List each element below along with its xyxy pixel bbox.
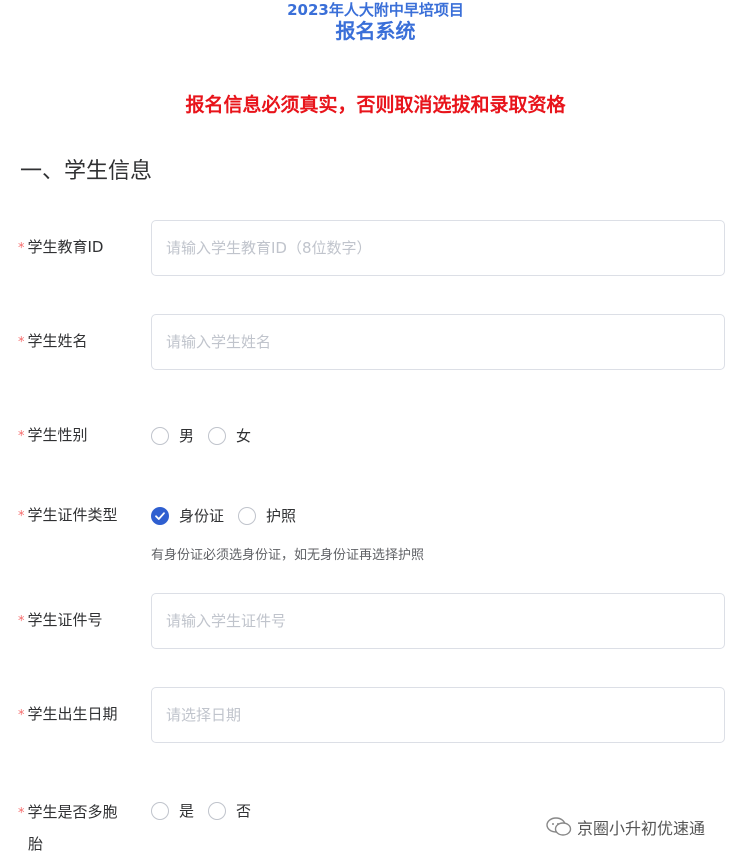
edu-id-input[interactable]: 请输入学生教育ID（8位数字） [151,220,725,276]
id-type-radio-group: 身份证 护照 [151,505,310,527]
radio-label: 身份证 [179,507,225,525]
gender-radio-group: 男 女 [151,425,265,447]
birth-date-label: * 学生出生日期 [18,705,118,723]
name-placeholder: 请输入学生姓名 [166,333,272,351]
required-mark: * [18,429,25,444]
warning-notice: 报名信息必须真实，否则取消选拔和录取资格 [185,94,566,116]
edu-id-placeholder: 请输入学生教育ID（8位数字） [166,239,372,257]
gender-radio-male[interactable]: 男 [151,425,194,447]
id-type-hint: 有身份证必须选身份证，如无身份证再选择护照 [151,548,425,563]
required-mark: * [18,614,25,629]
gender-radio-female[interactable]: 女 [208,425,251,447]
edu-id-label: * 学生教育ID [18,238,104,256]
multiple-birth-label: * 学生是否多胞 胎 [18,803,118,853]
required-mark: * [18,708,25,723]
wechat-icon [546,817,572,836]
id-type-radio-idcard[interactable]: 身份证 [151,505,224,527]
multiple-birth-radio-group: 是 否 [151,800,265,822]
section-title: 一、学生信息 [20,159,153,184]
radio-label: 否 [236,802,252,820]
birth-date-placeholder: 请选择日期 [166,706,242,724]
radio-circle[interactable] [151,802,169,820]
radio-label: 护照 [266,507,297,525]
system-title: 报名系统 [335,19,416,43]
radio-label: 是 [179,802,195,820]
name-label: * 学生姓名 [18,332,88,350]
birth-date-picker[interactable]: 请选择日期 [151,687,725,743]
id-number-input[interactable]: 请输入学生证件号 [151,593,725,649]
required-mark: * [18,335,25,350]
id-number-placeholder: 请输入学生证件号 [166,612,287,630]
check-icon [155,512,165,520]
required-mark: * [18,241,25,256]
radio-circle-checked[interactable] [151,507,169,525]
radio-circle[interactable] [238,507,257,525]
id-type-radio-passport[interactable]: 护照 [238,505,296,527]
required-mark: * [18,509,25,524]
watermark: 京圈小升初优速通 [545,815,705,839]
required-mark: * [18,806,25,821]
radio-label: 女 [236,427,252,445]
multiple-birth-radio-no[interactable]: 否 [208,800,251,822]
radio-circle[interactable] [208,802,227,820]
project-title: 2023年人大附中早培项目 [287,1,464,19]
multiple-birth-radio-yes[interactable]: 是 [151,800,194,822]
id-number-label: * 学生证件号 [18,611,103,629]
watermark-text: 京圈小升初优速通 [577,819,706,838]
radio-circle[interactable] [208,427,227,445]
radio-label: 男 [179,427,195,445]
radio-circle[interactable] [151,427,169,445]
name-input[interactable]: 请输入学生姓名 [151,314,725,370]
gender-label: * 学生性别 [18,426,88,444]
id-type-label: * 学生证件类型 [18,506,118,524]
